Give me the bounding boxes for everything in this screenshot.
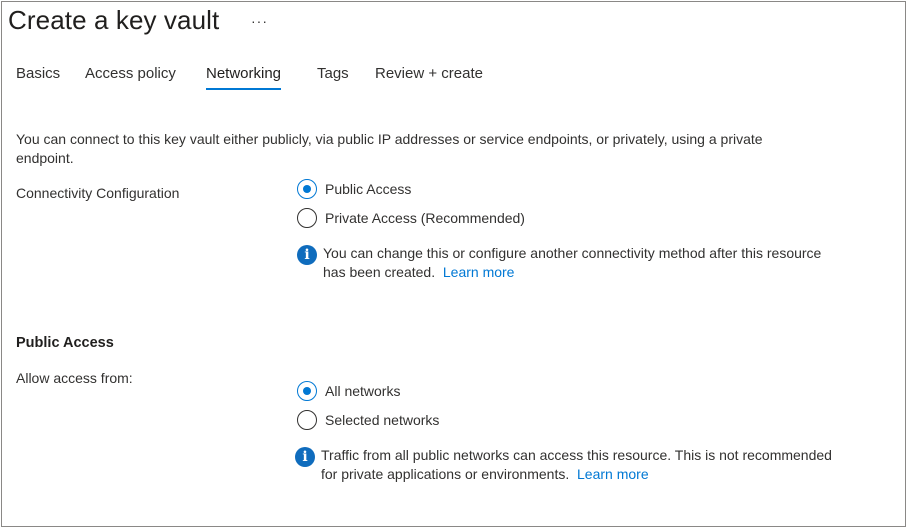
- connectivity-info-text: has been created.: [323, 264, 436, 280]
- radio-selected-networks[interactable]: Selected networks: [297, 410, 439, 430]
- public-access-learn-more-link[interactable]: Learn more: [577, 466, 649, 482]
- radio-public-access[interactable]: Public Access: [297, 179, 411, 199]
- allow-access-from-label: Allow access from:: [16, 370, 133, 386]
- radio-public-access-indicator[interactable]: [297, 179, 317, 199]
- tab-access-policy[interactable]: Access policy: [85, 65, 176, 88]
- radio-private-access[interactable]: Private Access (Recommended): [297, 208, 525, 228]
- tab-networking[interactable]: Networking: [206, 65, 282, 90]
- radio-selected-networks-label: Selected networks: [325, 412, 440, 428]
- public-access-heading: Public Access: [16, 335, 114, 351]
- radio-all-networks[interactable]: All networks: [297, 381, 400, 401]
- tab-tags[interactable]: Tags: [317, 65, 349, 88]
- intro-text-line1: You can connect to this key vault either…: [16, 131, 763, 147]
- connectivity-learn-more-link[interactable]: Learn more: [443, 264, 515, 280]
- public-access-info-text: for private applications or environments…: [321, 466, 570, 482]
- radio-all-networks-label: All networks: [325, 383, 401, 399]
- radio-private-access-label: Private Access (Recommended): [325, 210, 525, 226]
- radio-private-access-indicator[interactable]: [297, 208, 317, 228]
- connectivity-info-line2: has been created. Learn more: [323, 263, 514, 282]
- connectivity-info-line1: You can change this or configure another…: [323, 245, 822, 261]
- ellipsis-icon[interactable]: ···: [251, 13, 268, 29]
- public-access-info-line1: Traffic from all public networks can acc…: [321, 447, 832, 463]
- radio-all-networks-indicator[interactable]: [297, 381, 317, 401]
- tab-basics[interactable]: Basics: [16, 65, 60, 88]
- radio-selected-networks-indicator[interactable]: [297, 410, 317, 430]
- radio-public-access-label: Public Access: [325, 181, 412, 197]
- intro-text-line2: endpoint.: [16, 150, 74, 166]
- connectivity-configuration-label: Connectivity Configuration: [16, 185, 180, 201]
- public-access-info-line2: for private applications or environments…: [321, 465, 649, 484]
- info-icon: i: [297, 245, 317, 265]
- tab-review-create[interactable]: Review + create: [375, 65, 483, 88]
- info-icon: i: [295, 447, 315, 467]
- page-title: Create a key vault: [8, 5, 220, 35]
